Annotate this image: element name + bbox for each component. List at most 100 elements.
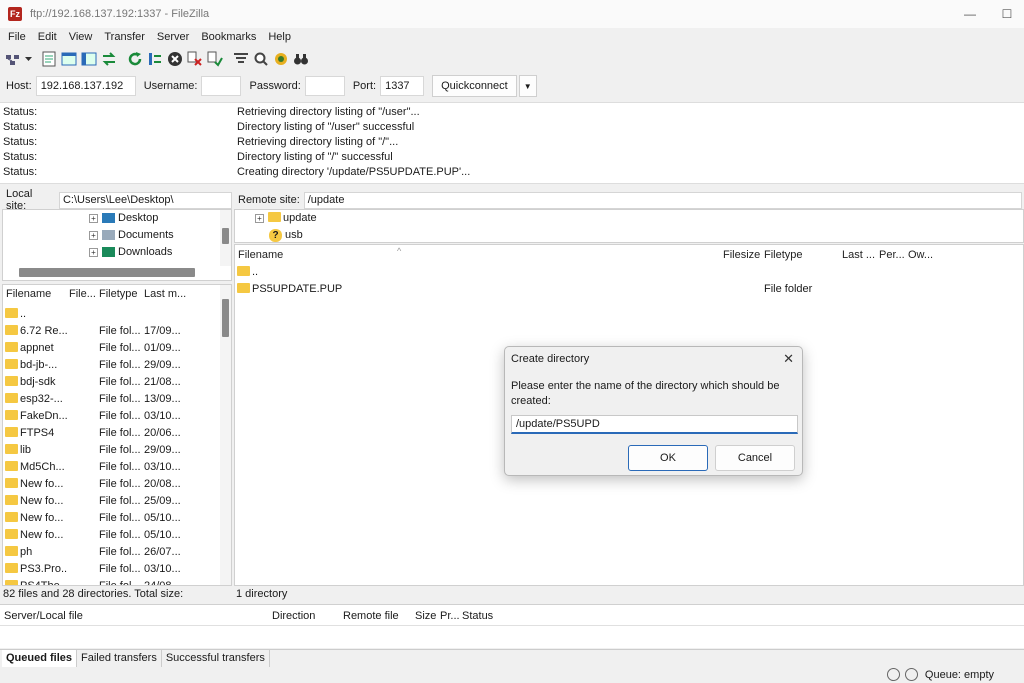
row-filename: PS5UPDATE.PUP <box>237 281 437 298</box>
find-binoculars-icon[interactable] <box>292 50 310 68</box>
local-tree-icon[interactable] <box>60 50 78 68</box>
local-col-lastmodified[interactable]: Last m... <box>144 285 192 303</box>
menu-bookmarks[interactable]: Bookmarks <box>195 29 262 45</box>
table-row[interactable]: bdj-sdk File fol... 21/08... <box>3 374 231 391</box>
remote-col-filesize[interactable]: Filesize <box>723 246 763 264</box>
remote-site-input[interactable]: /update <box>303 191 1022 209</box>
local-tree: + Desktop + Documents + Downloads <box>2 209 232 281</box>
queue-col-priority[interactable]: Pr... <box>440 605 460 627</box>
tree-item-update[interactable]: + update <box>255 210 317 226</box>
folder-icon <box>237 266 250 277</box>
row-filetype: File fol... <box>99 410 141 422</box>
scroll-thumb[interactable] <box>222 228 229 244</box>
local-tree-hscroll-thumb[interactable] <box>19 268 195 277</box>
queue-col-status[interactable]: Status <box>462 605 493 627</box>
local-col-filename[interactable]: Filename <box>6 285 66 303</box>
menu-help[interactable]: Help <box>262 29 297 45</box>
row-lastmodified: 03/10... <box>144 410 181 422</box>
local-col-filetype[interactable]: Filetype <box>99 285 143 303</box>
directory-name-input[interactable]: /update/PS5UPD <box>511 415 798 434</box>
row-filetype: File fol... <box>99 563 141 575</box>
close-icon[interactable]: ✕ <box>783 351 794 367</box>
local-site-input[interactable]: C:\Users\Lee\Desktop\ <box>58 191 232 209</box>
reconnect-icon[interactable] <box>206 50 224 68</box>
queue-col-size[interactable]: Size <box>415 605 436 627</box>
row-filename: New fo... <box>5 527 67 544</box>
table-row[interactable]: New fo... File fol... 05/10... <box>3 527 231 544</box>
remote-col-permissions[interactable]: Per... <box>879 246 907 264</box>
queue-col-remote-file[interactable]: Remote file <box>343 605 399 627</box>
table-row[interactable]: bd-jb-... File fol... 29/09... <box>3 357 231 374</box>
dropdown-arrow-icon[interactable] <box>24 50 32 68</box>
table-row[interactable]: .. <box>3 306 231 323</box>
table-row[interactable]: Md5Ch... File fol... 03/10... <box>3 459 231 476</box>
table-row[interactable]: PS5UPDATE.PUP File folder <box>235 281 1023 298</box>
unknown-folder-icon: ? <box>269 228 282 242</box>
queue-list <box>0 626 1024 648</box>
row-lastmodified: 20/08... <box>144 478 181 490</box>
menu-view[interactable]: View <box>63 29 99 45</box>
site-manager-icon[interactable] <box>4 50 22 68</box>
table-row[interactable]: FakeDn... File fol... 03/10... <box>3 408 231 425</box>
table-row[interactable]: ph File fol... 26/07... <box>3 544 231 561</box>
table-row[interactable]: esp32-... File fol... 13/09... <box>3 391 231 408</box>
message-log: Status: Retrieving directory listing of "… <box>0 102 1024 184</box>
menu-edit[interactable]: Edit <box>32 29 63 45</box>
tree-item-documents[interactable]: + Documents <box>89 227 174 243</box>
row-filename: New fo... <box>5 476 67 493</box>
password-input[interactable] <box>304 76 345 96</box>
table-row[interactable]: lib File fol... 29/09... <box>3 442 231 459</box>
quickconnect-button[interactable]: Quickconnect <box>432 75 517 97</box>
scroll-thumb[interactable] <box>222 299 229 337</box>
remote-tree-icon[interactable] <box>80 50 98 68</box>
tree-item-desktop[interactable]: + Desktop <box>89 210 158 226</box>
queue-col-server-local[interactable]: Server/Local file <box>4 605 83 627</box>
transfer-queue-icon[interactable] <box>100 50 118 68</box>
process-queue-icon[interactable] <box>146 50 164 68</box>
tree-item-usb[interactable]: ? usb <box>269 227 303 243</box>
tab-failed-transfers[interactable]: Failed transfers <box>77 650 162 667</box>
table-row[interactable]: appnet File fol... 01/09... <box>3 340 231 357</box>
username-input[interactable] <box>201 76 242 96</box>
filter-icon[interactable] <box>232 50 250 68</box>
folder-icon <box>237 283 250 294</box>
message-log-icon[interactable] <box>40 50 58 68</box>
table-row[interactable]: New fo... File fol... 05/10... <box>3 510 231 527</box>
sync-browsing-icon[interactable] <box>272 50 290 68</box>
folder-icon <box>5 495 18 506</box>
remote-col-lastmodified[interactable]: Last ... <box>842 246 878 264</box>
row-filename: .. <box>237 264 437 281</box>
row-filetype: File fol... <box>99 495 141 507</box>
table-row[interactable]: PS3.Pro... File fol... 03/10... <box>3 561 231 578</box>
cancel-operation-icon[interactable] <box>166 50 184 68</box>
tab-queued-files[interactable]: Queued files <box>2 650 78 667</box>
table-row[interactable]: 6.72 Re... File fol... 17/09... <box>3 323 231 340</box>
tab-successful-transfers[interactable]: Successful transfers <box>162 650 270 667</box>
refresh-icon[interactable] <box>126 50 144 68</box>
local-tree-scrollbar[interactable] <box>220 210 231 266</box>
table-row[interactable]: New fo... File fol... 20/08... <box>3 476 231 493</box>
cancel-button[interactable]: Cancel <box>715 445 795 471</box>
local-col-filesize[interactable]: File... <box>69 285 97 303</box>
table-row[interactable]: PS4The... File fol... 24/08... <box>3 578 231 585</box>
minimize-button[interactable]: — <box>962 6 978 22</box>
table-row[interactable]: .. <box>235 264 1023 281</box>
queue-col-direction[interactable]: Direction <box>272 605 315 627</box>
menu-file[interactable]: File <box>0 29 32 45</box>
ok-button[interactable]: OK <box>628 445 708 471</box>
tree-item-downloads[interactable]: + Downloads <box>89 244 172 260</box>
table-row[interactable]: New fo... File fol... 25/09... <box>3 493 231 510</box>
maximize-button[interactable]: ☐ <box>999 6 1015 22</box>
menu-server[interactable]: Server <box>151 29 195 45</box>
search-icon[interactable] <box>252 50 270 68</box>
remote-col-owner[interactable]: Ow... <box>908 246 938 264</box>
remote-col-filename[interactable]: Filename <box>238 246 388 264</box>
disconnect-icon[interactable] <box>186 50 204 68</box>
host-input[interactable]: 192.168.137.192 <box>35 76 136 96</box>
local-list-scrollbar[interactable] <box>220 285 231 585</box>
port-input[interactable]: 1337 <box>380 76 425 96</box>
remote-col-filetype[interactable]: Filetype <box>764 246 834 264</box>
menu-transfer[interactable]: Transfer <box>98 29 151 45</box>
table-row[interactable]: FTPS4 File fol... 20/06... <box>3 425 231 442</box>
quickconnect-dropdown-icon[interactable]: ▼ <box>518 75 537 97</box>
